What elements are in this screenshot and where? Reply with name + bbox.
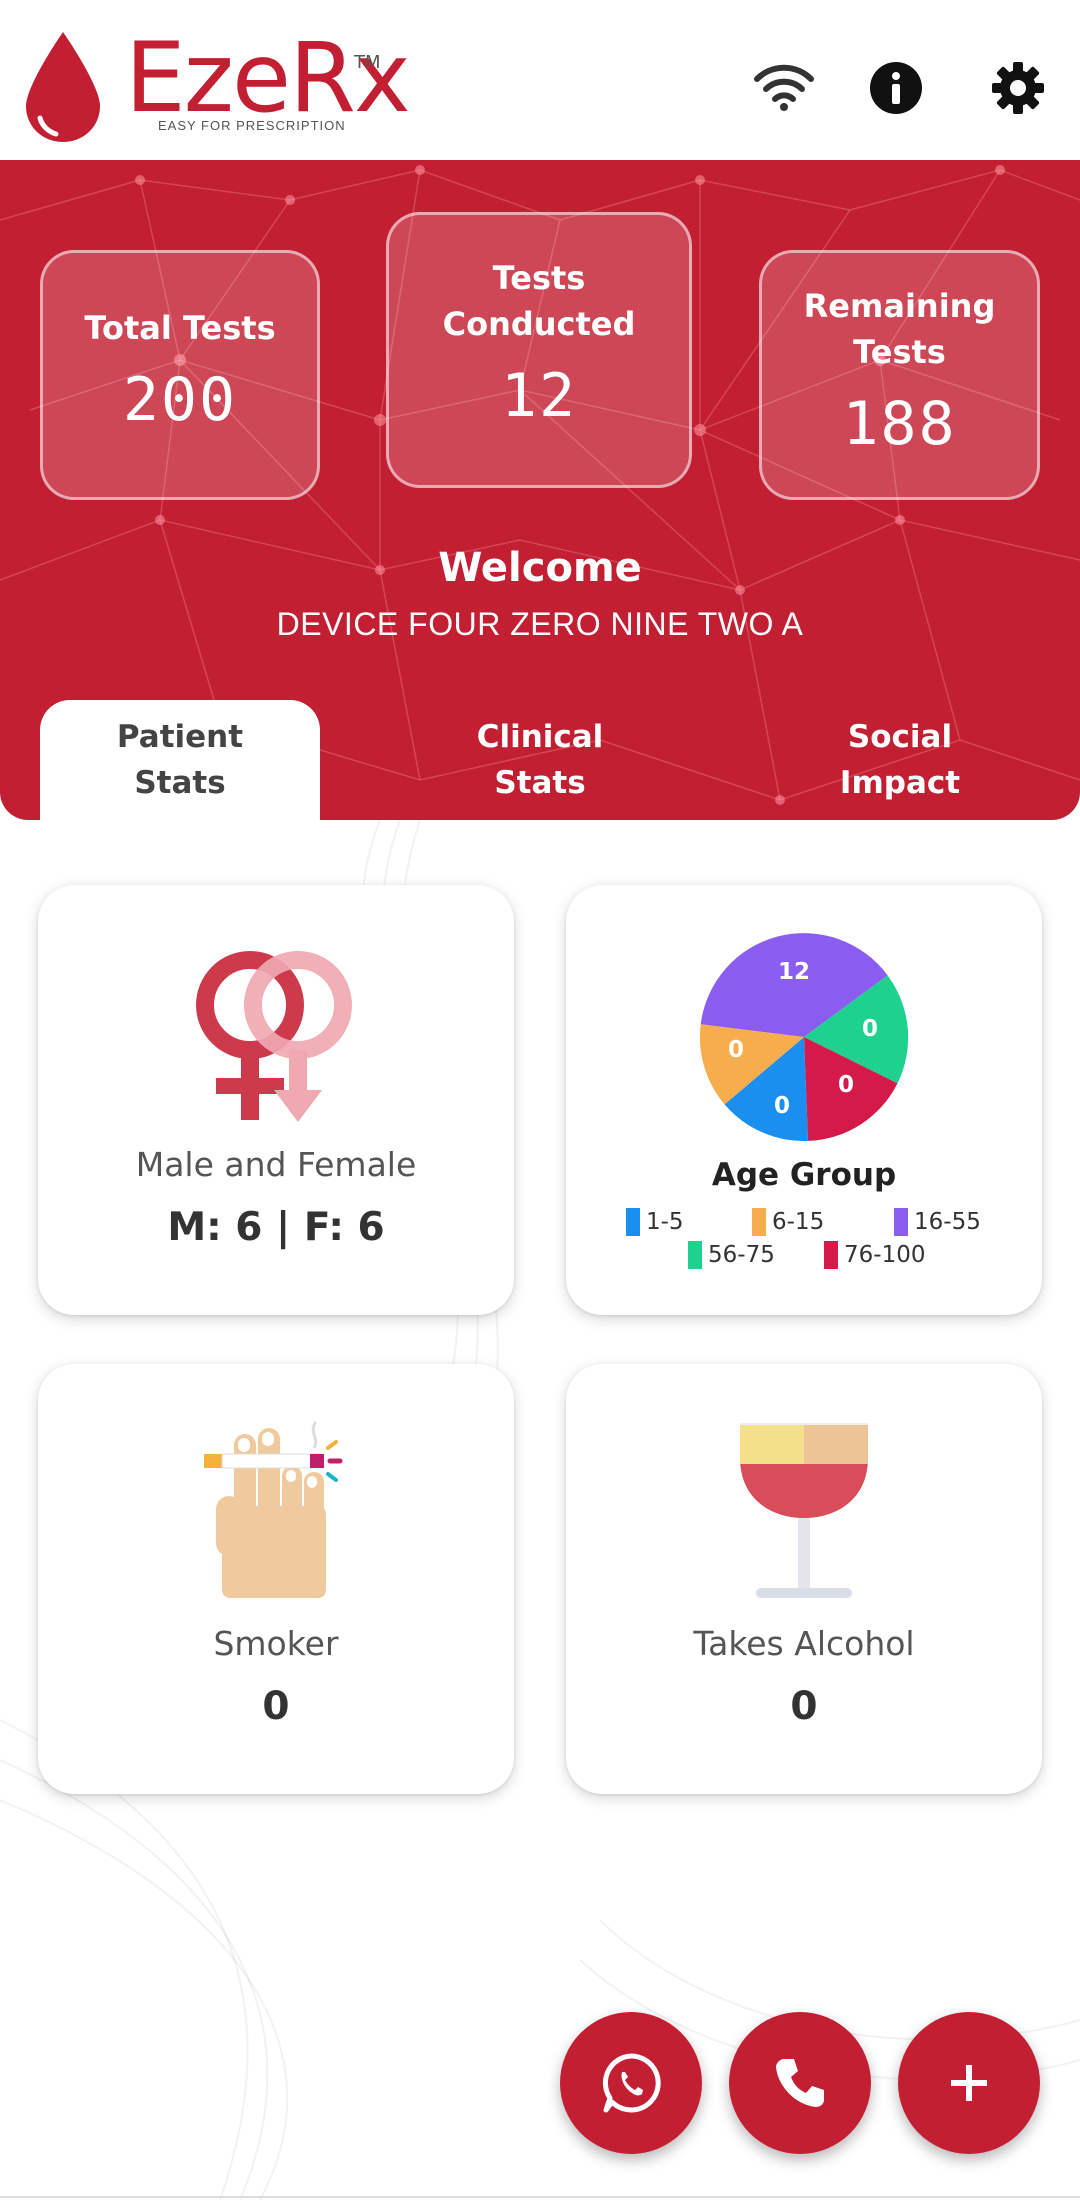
wine-glass-icon [740, 1423, 868, 1598]
app-header: EzeRx TM EASY FOR PRESCRIPTION [0, 0, 1080, 160]
cigarette-hand-icon [204, 1421, 343, 1598]
add-button[interactable] [898, 2012, 1040, 2154]
logo-drop-icon [26, 32, 100, 142]
alcohol-value: 0 [790, 1684, 818, 1729]
alcohol-card[interactable]: Takes Alcohol 0 [566, 1364, 1042, 1794]
legend-item-76-100: 76-100 [824, 1241, 925, 1269]
wifi-icon[interactable] [752, 56, 816, 120]
legend-swatch [752, 1208, 766, 1236]
pie-label-56-75: 0 [862, 1016, 878, 1042]
legend-swatch [688, 1241, 702, 1269]
logo-text: EzeRx [125, 22, 411, 134]
whatsapp-icon [602, 2053, 661, 2113]
logo-trademark: TM [354, 52, 381, 73]
legend-label: 6-15 [772, 1209, 825, 1235]
pie-label-76-100: 0 [838, 1072, 854, 1098]
tab-label: Clinical Stats [476, 719, 604, 801]
plus-icon [951, 2065, 987, 2101]
age-group-card[interactable]: 12 0 0 0 0 Age Group 1-5 6-15 16-55 56-7… [566, 885, 1042, 1315]
age-group-title: Age Group [711, 1157, 897, 1193]
legend-item-1-5: 1-5 [626, 1208, 684, 1236]
bottom-divider [0, 2196, 1080, 2198]
legend-label: 1-5 [646, 1209, 684, 1235]
remaining-tests-card: Remaining Tests 188 [759, 250, 1040, 500]
total-tests-label: Total Tests [84, 309, 276, 347]
phone-icon [776, 2059, 824, 2107]
pie-label-16-55: 12 [778, 959, 810, 985]
welcome-title: Welcome [438, 545, 642, 591]
tests-conducted-card: Tests Conducted 12 [386, 212, 692, 488]
gender-symbols-icon [196, 951, 352, 1122]
whatsapp-button[interactable] [560, 2012, 702, 2154]
settings-gear-icon[interactable] [986, 56, 1050, 120]
smoker-value: 0 [262, 1684, 290, 1729]
smoker-card[interactable]: Smoker 0 [38, 1364, 514, 1794]
smoker-title: Smoker [213, 1624, 339, 1663]
logo-tagline: EASY FOR PRESCRIPTION [158, 118, 346, 133]
remaining-tests-label: Remaining Tests [803, 287, 996, 371]
remaining-tests-value: 188 [842, 389, 957, 459]
tab-label: Patient Stats [116, 719, 244, 801]
tab-clinical-stats[interactable]: Clinical Stats [400, 700, 680, 820]
legend-label: 56-75 [708, 1242, 775, 1268]
tab-patient-stats[interactable]: Patient Stats [40, 700, 320, 820]
call-button[interactable] [729, 2012, 871, 2154]
pie-label-6-15: 0 [728, 1037, 744, 1063]
tests-conducted-label: Tests Conducted [442, 259, 636, 343]
legend-swatch [894, 1208, 908, 1236]
stats-hero: Total Tests 200 Tests Conducted 12 Remai… [0, 160, 1080, 820]
pie-label-1-5: 0 [774, 1093, 790, 1119]
legend-item-16-55: 16-55 [894, 1208, 981, 1236]
info-icon[interactable] [864, 56, 928, 120]
alcohol-title: Takes Alcohol [693, 1624, 915, 1663]
legend-swatch [626, 1208, 640, 1236]
gender-title: Male and Female [135, 1145, 417, 1184]
total-tests-value: 200 [122, 365, 238, 435]
legend-label: 16-55 [914, 1209, 981, 1235]
legend-label: 76-100 [844, 1242, 926, 1268]
gender-card[interactable]: Male and Female M: 6 | F: 6 [38, 885, 514, 1315]
legend-item-56-75: 56-75 [688, 1241, 775, 1269]
legend-swatch [824, 1241, 838, 1269]
total-tests-card: Total Tests 200 [40, 250, 320, 500]
tab-label: Social Impact [839, 719, 961, 801]
device-name: DEVICE FOUR ZERO NINE TWO A [276, 606, 804, 642]
gender-value: M: 6 | F: 6 [167, 1205, 385, 1250]
age-group-pie-chart: 12 0 0 0 0 [699, 933, 909, 1141]
tab-social-impact[interactable]: Social Impact [760, 700, 1040, 820]
legend-item-6-15: 6-15 [752, 1208, 824, 1236]
tests-conducted-value: 12 [500, 361, 578, 431]
